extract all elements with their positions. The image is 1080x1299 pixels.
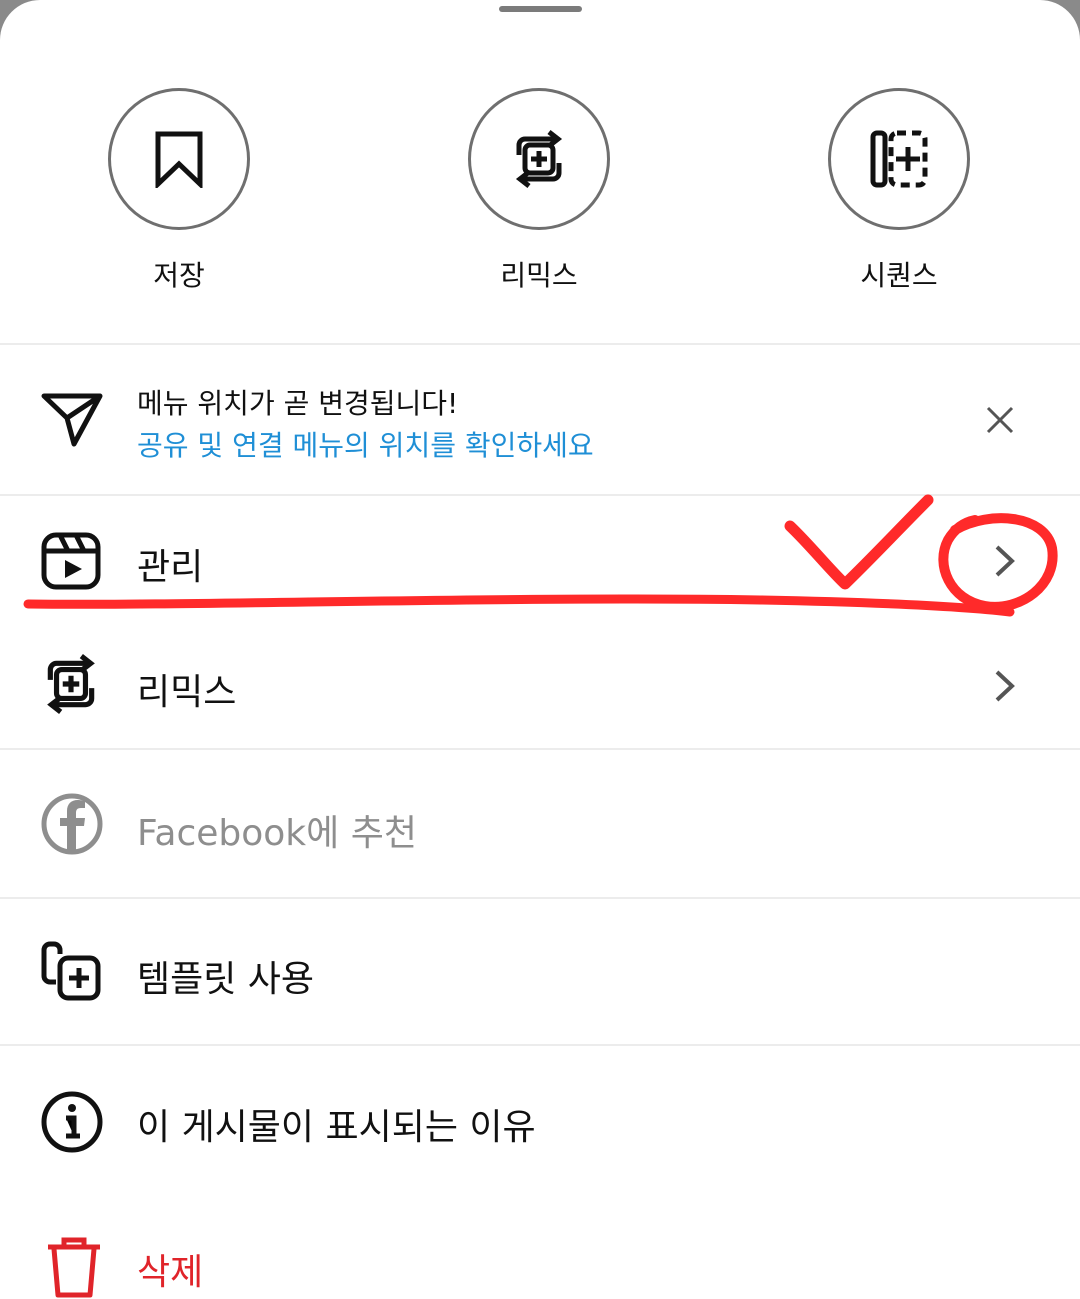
divider <box>0 343 1080 345</box>
chevron-right-icon <box>995 545 1015 577</box>
trash-icon <box>48 1237 100 1298</box>
menu-item-delete[interactable]: 삭제 <box>0 1195 1080 1299</box>
remix-label: 리믹스 <box>500 259 578 292</box>
chevron-right-icon <box>995 670 1015 702</box>
reels-icon <box>41 532 101 590</box>
save-label: 저장 <box>153 259 205 292</box>
close-icon <box>986 406 1014 434</box>
bottom-sheet: 저장 리믹스 시퀀스 메뉴 위치가 곧 변경됩니다! 공유 및 연결 메뉴의 위… <box>0 0 1080 1299</box>
menu-item-label: 관리 <box>137 547 204 588</box>
menu-item-label: 이 게시물이 표시되는 이유 <box>137 1107 536 1148</box>
drag-handle[interactable] <box>499 6 582 12</box>
sequence-label: 시퀀스 <box>860 259 938 292</box>
menu-item-label: 템플릿 사용 <box>137 959 315 1000</box>
bookmark-icon <box>155 131 203 188</box>
divider <box>0 897 1080 899</box>
divider <box>0 494 1080 496</box>
menu-item-remix[interactable]: 리믹스 <box>0 625 1080 745</box>
close-notice-button[interactable] <box>980 400 1020 440</box>
sequence-icon <box>870 130 928 188</box>
save-action[interactable]: 저장 <box>105 88 253 294</box>
menu-item-recommend-facebook: Facebook에 추천 <box>0 764 1080 884</box>
info-icon <box>41 1091 103 1153</box>
menu-item-label: 리믹스 <box>137 672 237 713</box>
template-icon <box>41 941 101 1001</box>
menu-item-use-template[interactable]: 템플릿 사용 <box>0 910 1080 1030</box>
save-button[interactable] <box>108 88 250 230</box>
remix-action[interactable]: 리믹스 <box>465 88 613 294</box>
divider <box>0 1044 1080 1046</box>
divider <box>0 748 1080 750</box>
remix-icon <box>47 654 95 714</box>
notice-subtitle[interactable]: 공유 및 연결 메뉴의 위치를 확인하세요 <box>137 424 594 464</box>
sequence-button[interactable] <box>828 88 970 230</box>
send-icon <box>41 393 103 447</box>
menu-item-manage[interactable]: 관리 <box>0 500 1080 620</box>
menu-item-label: 삭제 <box>137 1252 204 1293</box>
menu-item-why-seeing[interactable]: 이 게시물이 표시되는 이유 <box>0 1058 1080 1178</box>
remix-button[interactable] <box>468 88 610 230</box>
facebook-icon <box>41 793 103 855</box>
menu-item-label: Facebook에 추천 <box>137 813 417 854</box>
notice-title: 메뉴 위치가 곧 변경됩니다! <box>137 387 459 420</box>
sequence-action[interactable]: 시퀀스 <box>825 88 973 294</box>
remix-icon <box>515 130 563 188</box>
